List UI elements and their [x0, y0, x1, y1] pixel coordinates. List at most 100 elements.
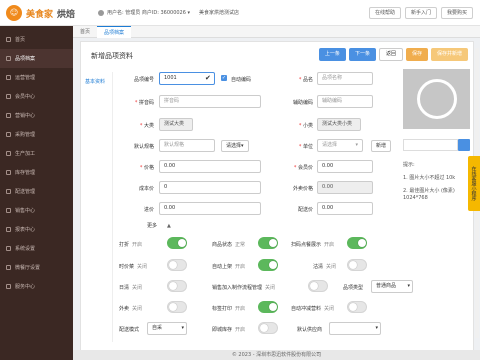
spec-label: 默认规格 [133, 144, 154, 150]
tip-1: 1. 图片大小不超过 10k [403, 175, 456, 181]
chevron-down-icon: ▾ [375, 325, 378, 331]
name-input[interactable]: 品项名称 [317, 72, 373, 85]
member-icon [6, 94, 11, 99]
supplier-select[interactable]: ▾ [329, 322, 381, 335]
aux-label: 辅助编码 [292, 100, 313, 106]
sale-process-toggle[interactable] [308, 280, 328, 292]
next-button[interactable]: 下一条 [348, 48, 376, 61]
sidebar-item-production[interactable]: 生产加工 [0, 144, 73, 163]
auto-shelf-toggle[interactable] [258, 259, 278, 271]
prev-button[interactable]: 上一条 [318, 48, 346, 61]
back-button[interactable]: 返回 [378, 48, 403, 61]
sale-process-label: 销售加入制作流程管理 关闭 [212, 285, 276, 291]
save-button[interactable]: 保存 [405, 48, 428, 61]
scan-display-toggle[interactable] [347, 237, 367, 249]
chevron-down-icon: ▾ [181, 325, 184, 331]
takeout-toggle[interactable] [167, 301, 187, 313]
tip-3: 1024*768 [403, 195, 428, 201]
sidebar-item-home[interactable]: 首页 [0, 30, 73, 49]
user-info[interactable]: 用户名: 管理员 商户ID: 36000026 ▾ 美食家烘焙测试店 [98, 9, 239, 16]
inventory-icon [6, 170, 11, 175]
sidebar-item-settings[interactable]: 系统设置 [0, 239, 73, 258]
sidebar-item-inventory[interactable]: 库存管理 [0, 163, 73, 182]
marketing-icon [6, 113, 11, 118]
folder-icon[interactable] [458, 139, 470, 151]
auto-code-label: 自动编码 [231, 77, 252, 83]
tab-home[interactable]: 首页 [73, 26, 97, 38]
user-text: 用户名: 管理员 商户ID: 36000026 ▾ [107, 10, 191, 16]
cost-input[interactable]: 0 [159, 181, 261, 194]
daily-clear-toggle[interactable] [167, 280, 187, 292]
member-price-input[interactable]: 0.00 [317, 160, 373, 173]
supplier-label: 默认供应商 [297, 327, 323, 333]
beginner-button[interactable]: 新手入门 [404, 7, 437, 19]
price-input[interactable]: 0.00 [159, 160, 261, 173]
label-print-toggle[interactable] [258, 301, 278, 313]
sidebar-item-marketing[interactable]: 营销中心 [0, 106, 73, 125]
sidebar-item-microrestaurant[interactable]: 微餐厅设置 [0, 258, 73, 277]
goods-icon [6, 56, 11, 61]
sidebar-item-member[interactable]: 会员中心 [0, 87, 73, 106]
goods-type-select[interactable]: 普通商品 ▾ [371, 280, 413, 293]
wechat-icon [6, 265, 11, 270]
sidebar-item-purchase[interactable]: 采购管理 [0, 125, 73, 144]
status-toggle[interactable] [258, 237, 278, 249]
home-icon [6, 37, 11, 42]
dish-icon [417, 79, 457, 119]
subnav-basic[interactable]: 基本资料 [85, 78, 112, 85]
sidebar-item-operation[interactable]: 运营管理 [0, 68, 73, 87]
unit-new-button[interactable]: 新增 [371, 140, 392, 152]
more-toggle[interactable]: 更多 ▲ [147, 222, 171, 229]
top-header: ☺ 美食家 烘焙 用户名: 管理员 商户ID: 36000026 ▾ 美食家烘焙… [0, 0, 480, 26]
auto-code-checkbox[interactable]: ✓ [221, 75, 227, 81]
reports-icon [6, 227, 11, 232]
save-and-new-button[interactable]: 保存并新增 [430, 48, 468, 61]
auto-reduce-toggle[interactable] [347, 301, 367, 313]
timed-price-toggle[interactable] [167, 259, 187, 271]
sub-nav: 基本资料 [81, 72, 113, 342]
label-print-label: 标签打印 开启 [212, 306, 246, 312]
sidebar-item-reports[interactable]: 报表中心 [0, 220, 73, 239]
takeout-label: 外卖 关闭 [119, 306, 143, 312]
form-panel: 新增品项资料 上一条 下一条 返回 保存 保存并新增 基本资料 品项编号 100… [80, 41, 474, 352]
aux-input[interactable]: 辅助编码 [317, 95, 373, 108]
shop-name: 美食家烘焙测试店 [199, 10, 240, 16]
sidebar-item-delivery[interactable]: 配送管理 [0, 182, 73, 201]
major-input[interactable]: 测试大类 [159, 118, 193, 131]
logo-icon: ☺ [6, 5, 22, 21]
tab-bar: 首页 品项档案 [73, 25, 480, 38]
neg-stock-toggle[interactable] [258, 322, 278, 334]
takeout-price-label: 外卖价格 [292, 186, 313, 192]
minor-label: * 小类 [298, 123, 313, 129]
sidebar-item-sales[interactable]: 销售中心 [0, 201, 73, 220]
operation-icon [6, 75, 11, 80]
service-icon [6, 284, 11, 289]
timed-price-label: 时价菜 关闭 [119, 264, 148, 270]
image-path-field[interactable] [403, 139, 458, 151]
delivery-price-label: 配送价 [297, 207, 313, 213]
discount-toggle[interactable] [167, 237, 187, 249]
sales-icon [6, 208, 11, 213]
minor-input[interactable]: 测试大类小类 [317, 118, 361, 131]
tab-goods[interactable]: 品项档案 [97, 25, 132, 38]
unit-select[interactable]: 请选择 ▾ [317, 139, 363, 152]
delivery-icon [6, 189, 11, 194]
spec-input[interactable]: 默认规格 [159, 139, 215, 152]
sidebar-item-service[interactable]: 服务中心 [0, 277, 73, 296]
takeout-price-input[interactable]: 0.00 [317, 181, 373, 194]
help-button[interactable]: 在线帮助 [368, 7, 401, 19]
sidebar: 首页 品项档案 运营管理 会员中心 营销中心 采购管理 生产加工 库存管理 配送… [0, 26, 73, 360]
delivery-mode-label: 配送模式 [119, 327, 140, 333]
logo-sub: 烘焙 [57, 9, 76, 20]
sold-out-toggle[interactable] [347, 259, 367, 271]
purchase-input[interactable]: 0.00 [159, 202, 261, 215]
neg-stock-label: 即城库存 开启 [212, 327, 246, 333]
spec-select-button[interactable]: 请选择▾ [221, 140, 249, 152]
product-image-placeholder[interactable] [403, 69, 470, 129]
delivery-mode-select[interactable]: 自采 ▾ [147, 322, 187, 335]
delivery-price-input[interactable]: 0.00 [317, 202, 373, 215]
customer-service-float[interactable]: 在线客服小程序 [468, 156, 480, 211]
buy-button[interactable]: 我要购买 [440, 7, 473, 19]
pinyin-input[interactable]: 拼音码 [159, 95, 261, 108]
sidebar-item-goods[interactable]: 品项档案 [0, 49, 73, 68]
